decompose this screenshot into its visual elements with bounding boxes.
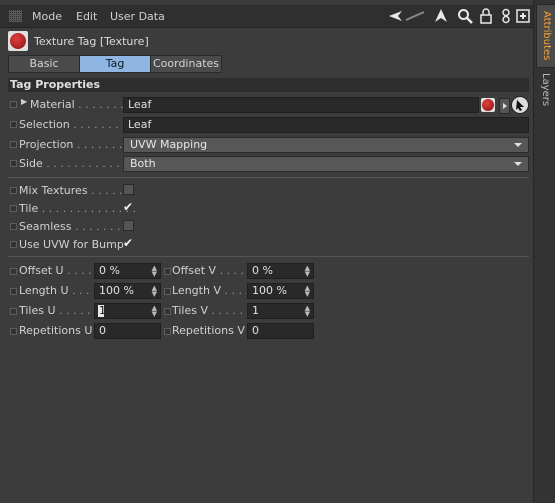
animate-dot[interactable] [164,328,171,335]
tiles-u-input[interactable]: 1 ▲ ▼ [94,303,161,319]
length-u-label: Length U . . . . [19,284,97,297]
animate-dot[interactable] [10,268,17,275]
animate-dot[interactable] [10,160,17,167]
chevron-down-icon [514,162,522,166]
animate-dot[interactable] [10,241,17,248]
repetitions-v-label: Repetitions V [172,324,245,337]
material-field[interactable]: Leaf [123,97,479,113]
length-u-value: 100 % [99,284,134,297]
length-v-value: 100 % [252,284,287,297]
pick-cursor-icon[interactable] [511,96,529,114]
animate-dot[interactable] [10,328,17,335]
history-slash-icon [404,8,425,24]
side-value: Both [130,157,156,170]
side-tab-attributes[interactable]: Attributes [536,4,555,68]
arrow-left-icon[interactable] [388,8,404,24]
seamless-label: Seamless . . . . . . . . . [19,220,135,233]
projection-label: Projection . . . . . . . . [19,138,130,151]
animate-dot[interactable] [164,308,171,315]
animate-dot[interactable] [10,223,17,230]
length-u-input[interactable]: 100 % ▲ ▼ [94,283,161,299]
material-preview-icon[interactable] [481,98,495,112]
menu-mode[interactable]: Mode [32,10,62,23]
section-header: Tag Properties [8,78,529,92]
seamless-checkbox[interactable] [123,220,134,231]
spinner-arrows-icon[interactable]: ▲ ▼ [152,265,157,278]
menu-user-data[interactable]: User Data [110,10,165,23]
animate-dot[interactable] [10,288,17,295]
attributes-panel: Mode Edit User Data Texture Tag [Texture… [0,0,533,503]
side-tab-layers[interactable]: Layers [536,70,554,110]
animate-dot[interactable] [10,141,17,148]
animate-dot[interactable] [10,187,17,194]
new-panel-icon[interactable] [515,8,531,24]
offset-u-input[interactable]: 0 % ▲ ▼ [94,263,161,279]
link-icon[interactable] [498,8,514,24]
animate-dot[interactable] [10,308,17,315]
use-uvw-bump-label: Use UVW for Bump [19,238,124,251]
menu-edit[interactable]: Edit [76,10,97,23]
offset-v-input[interactable]: 0 % ▲ ▼ [247,263,314,279]
repetitions-u-input[interactable]: 0 [94,323,161,339]
projection-value: UVW Mapping [130,138,208,151]
spinner-arrows-icon[interactable]: ▲ ▼ [305,265,310,278]
side-dropdown[interactable]: Both [123,156,529,172]
spinner-arrows-icon[interactable]: ▲ ▼ [305,305,310,318]
animate-dot[interactable] [10,121,17,128]
page-title: Texture Tag [Texture] [34,35,149,48]
offset-v-value: 0 % [252,264,273,277]
lock-icon[interactable] [478,8,494,24]
expand-arrow-icon[interactable]: ▶ [21,97,27,106]
offset-u-value: 0 % [99,264,120,277]
texture-tag-icon [8,31,28,51]
tile-label: Tile . . . . . . . . . . . . . . [19,202,137,215]
tiles-v-value: 1 [252,304,259,317]
projection-dropdown[interactable]: UVW Mapping [123,137,529,153]
offset-u-label: Offset U . . . . [19,264,92,277]
mix-textures-label: Mix Textures . . . . . . [19,184,130,197]
repetitions-v-input[interactable]: 0 [247,323,314,339]
divider [8,177,529,178]
tiles-v-label: Tiles V . . . . . . [172,304,250,317]
mix-textures-checkbox[interactable] [123,184,134,195]
animate-dot[interactable] [164,268,171,275]
use-uvw-bump-checkbox[interactable]: ✔ [123,237,133,249]
search-icon[interactable] [457,8,473,24]
side-label: Side . . . . . . . . . . . . . [19,157,134,170]
material-label: Material . . . . . . . . [30,98,131,111]
length-v-label: Length V . . . . [172,284,249,297]
chevron-down-icon [514,143,522,147]
spinner-arrows-icon[interactable]: ▲ ▼ [152,285,157,298]
arrow-up-icon[interactable] [433,8,449,24]
tiles-u-label: Tiles U . . . . . . [19,304,98,317]
panel-grip[interactable] [9,10,22,22]
tile-checkbox[interactable]: ✔ [123,201,133,213]
material-menu-arrow-icon[interactable] [499,98,510,114]
divider [8,256,529,257]
selection-label: Selection . . . . . . . . . [19,118,133,131]
spinner-arrows-icon[interactable]: ▲ ▼ [152,305,157,318]
spinner-arrows-icon[interactable]: ▲ ▼ [305,285,310,298]
tiles-u-value: 1 [99,304,106,317]
repetitions-u-label: Repetitions U [19,324,93,337]
tab-tag[interactable]: Tag [79,55,151,73]
tiles-v-input[interactable]: 1 ▲ ▼ [247,303,314,319]
menu-bar: Mode Edit User Data [0,5,533,28]
length-v-input[interactable]: 100 % ▲ ▼ [247,283,314,299]
selection-field[interactable]: Leaf [123,117,529,133]
tab-coordinates[interactable]: Coordinates [150,55,222,73]
animate-dot[interactable] [164,288,171,295]
offset-v-label: Offset V . . . . [172,264,245,277]
side-tab-bar: Attributes Layers [533,0,555,503]
animate-dot[interactable] [10,205,17,212]
tab-basic[interactable]: Basic [8,55,80,73]
animate-dot[interactable] [10,101,17,108]
